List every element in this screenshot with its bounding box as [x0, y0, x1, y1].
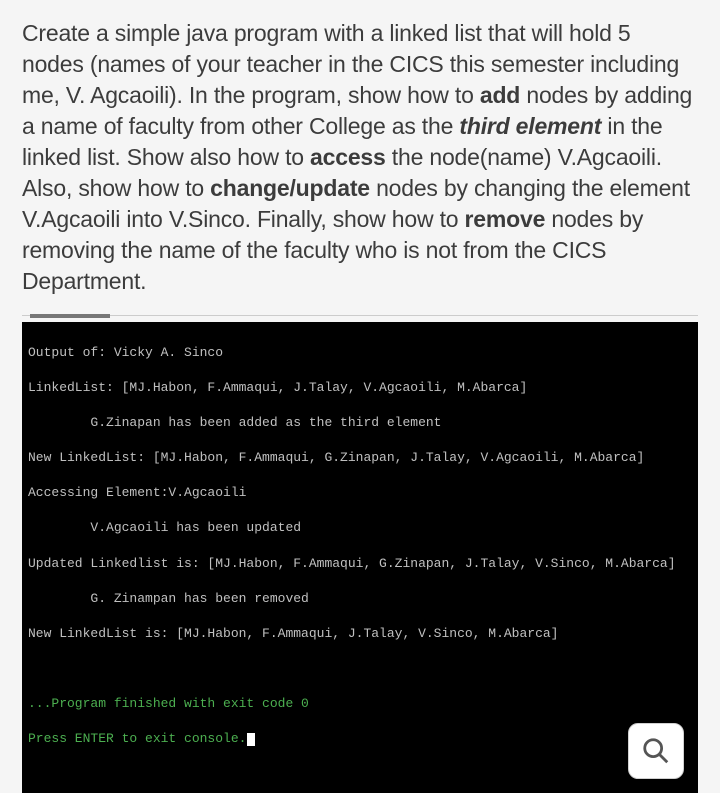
console-exit-line: ...Program finished with exit code 0 — [28, 695, 692, 713]
bolditalic-third-element: third element — [459, 113, 601, 139]
console-container: Output of: Vicky A. Sinco LinkedList: [M… — [22, 315, 698, 792]
console-line: LinkedList: [MJ.Habon, F.Ammaqui, J.Tala… — [28, 379, 692, 397]
console-line: Updated Linkedlist is: [MJ.Habon, F.Amma… — [28, 555, 692, 573]
problem-statement: Create a simple java program with a link… — [22, 18, 698, 297]
bold-remove: remove — [465, 206, 546, 232]
console-line: Output of: Vicky A. Sinco — [28, 344, 692, 362]
console-line: G. Zinampan has been removed — [28, 590, 692, 608]
cursor-icon — [247, 733, 255, 746]
bold-change-update: change/update — [210, 175, 370, 201]
search-icon — [641, 736, 671, 766]
console-press-enter: Press ENTER to exit console. — [28, 730, 692, 748]
bold-add: add — [480, 82, 520, 108]
console-line: New LinkedList is: [MJ.Habon, F.Ammaqui,… — [28, 625, 692, 643]
console-blank — [28, 660, 692, 678]
console-output: Output of: Vicky A. Sinco LinkedList: [M… — [22, 322, 698, 792]
console-line: New LinkedList: [MJ.Habon, F.Ammaqui, G.… — [28, 449, 692, 467]
magnify-button[interactable] — [628, 723, 684, 779]
console-line: Accessing Element:V.Agcaoili — [28, 484, 692, 502]
console-line: G.Zinapan has been added as the third el… — [28, 414, 692, 432]
tab-stub — [30, 314, 110, 318]
bold-access: access — [310, 144, 386, 170]
console-line: V.Agcaoili has been updated — [28, 519, 692, 537]
